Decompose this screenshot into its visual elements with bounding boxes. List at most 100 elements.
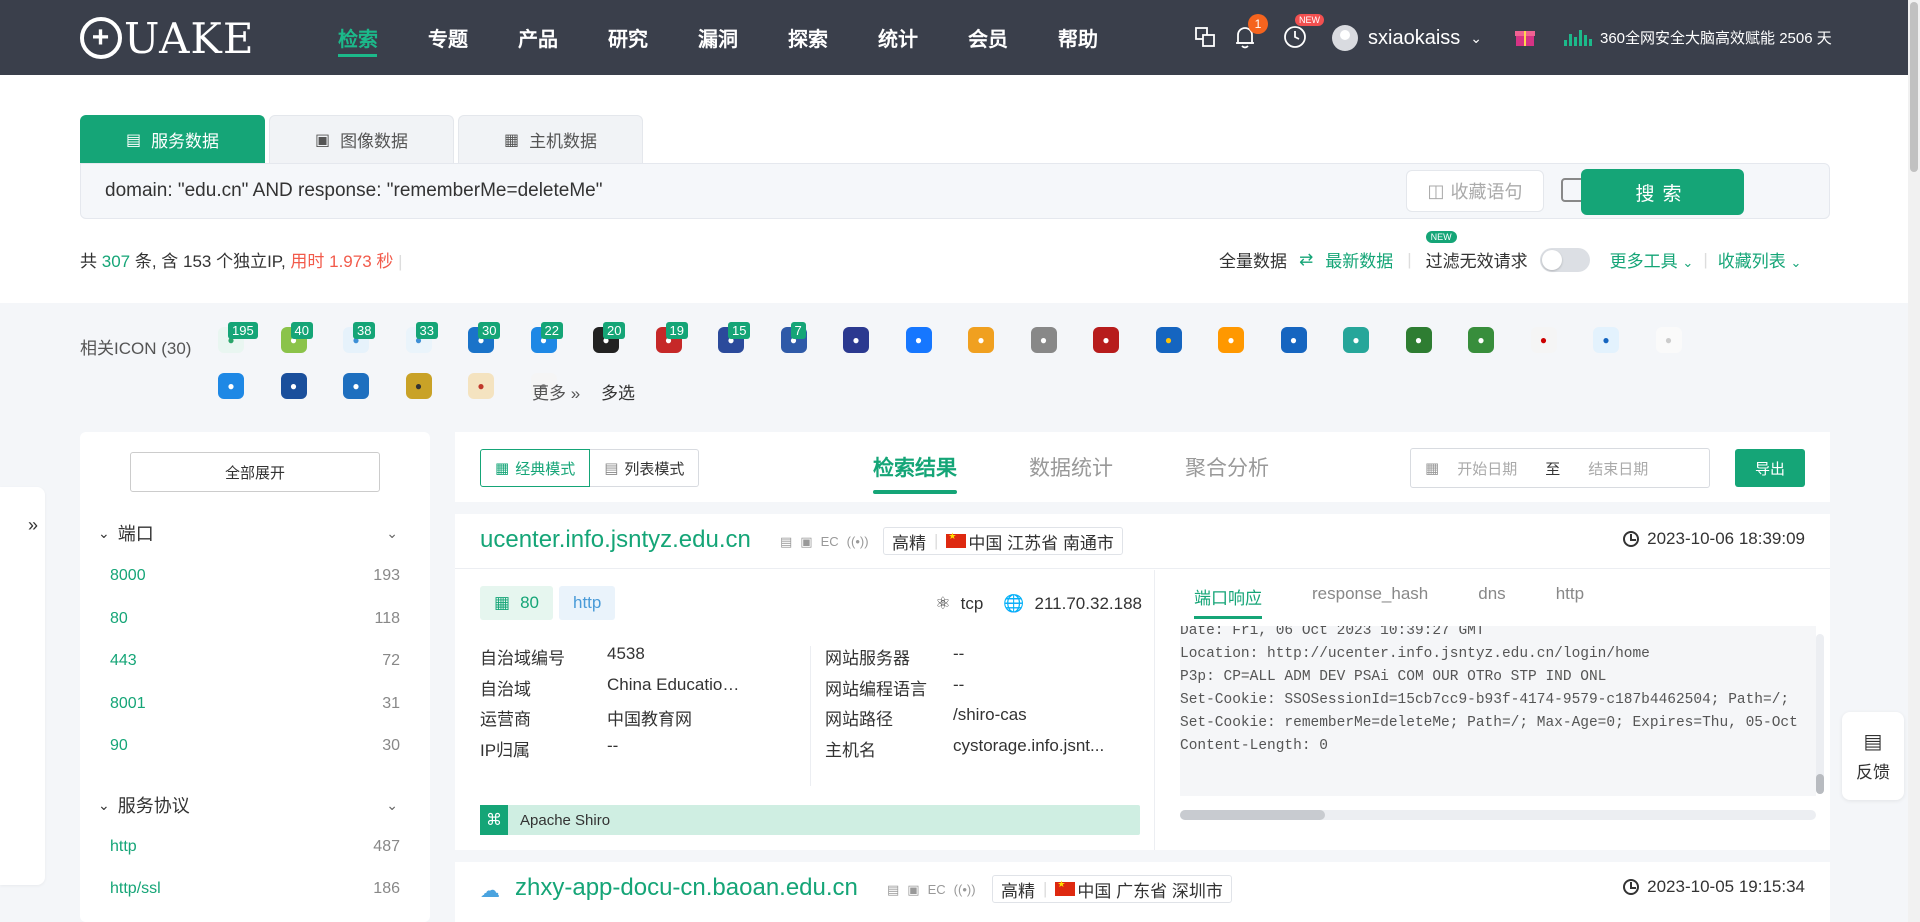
result-domain-link[interactable]: zhxy-app-docu-cn.baoan.edu.cn xyxy=(515,874,858,902)
port-badge[interactable]: ▦ 80 xyxy=(480,586,553,620)
fav-list-dropdown[interactable]: 收藏列表 ⌄ xyxy=(1718,247,1802,272)
icon-filter-item[interactable]: ● 195 xyxy=(218,322,281,355)
screenshot-icon[interactable]: ▣ xyxy=(800,534,812,550)
list-mode-button[interactable]: ▤ 列表模式 xyxy=(590,449,700,487)
icon-filter-item[interactable]: ● xyxy=(218,373,281,401)
list-item[interactable]: 8001 31 xyxy=(110,695,400,713)
response-content[interactable]: Date: Fri, 06 Oct 2023 10:39:27 GMT Loca… xyxy=(1180,626,1816,796)
nav-item-help[interactable]: 帮助 xyxy=(1040,0,1130,75)
icon-filter-item[interactable]: ● 20 xyxy=(593,322,656,355)
latest-data-option[interactable]: 最新数据 xyxy=(1325,247,1393,272)
icon-filter-item[interactable]: ● 15 xyxy=(718,322,781,355)
component-tag[interactable]: ⌘ Apache Shiro xyxy=(480,805,1140,835)
nav-item-topics[interactable]: 专题 xyxy=(410,0,500,75)
classic-mode-button[interactable]: ▦ 经典模式 xyxy=(480,449,591,487)
result-domain-link[interactable]: ucenter.info.jsntyz.edu.cn xyxy=(480,526,751,554)
protocol-badge[interactable]: http xyxy=(559,586,616,620)
tab-host-data[interactable]: ▦ 主机数据 xyxy=(458,115,643,163)
icon-filter-item[interactable]: ● 22 xyxy=(530,322,594,355)
ip-value[interactable]: 211.70.32.188 xyxy=(1035,594,1142,614)
screenshot-icon[interactable]: ▣ xyxy=(907,882,919,898)
nav-item-products[interactable]: 产品 xyxy=(500,0,590,75)
list-item[interactable]: 90 30 xyxy=(110,737,400,755)
collapse-icon[interactable]: ⌄ xyxy=(386,525,398,542)
icon-filter-item[interactable]: ● xyxy=(968,327,1031,355)
icon-filter-item[interactable]: ● xyxy=(905,327,969,355)
full-data-option[interactable]: 全量数据 xyxy=(1219,247,1287,272)
icon-filter-item[interactable]: ● 19 xyxy=(655,322,719,355)
list-item[interactable]: 80 118 xyxy=(110,610,400,628)
more-tools-dropdown[interactable]: 更多工具 ⌄ xyxy=(1610,247,1694,272)
expand-all-button[interactable]: 全部展开 xyxy=(130,452,380,492)
date-range-picker[interactable]: ▦ 开始日期 至 结束日期 xyxy=(1410,448,1710,488)
promo-banner[interactable]: 360全网安全大脑高效赋能 2506 天 xyxy=(1564,27,1832,48)
cert-icon[interactable]: EC xyxy=(821,534,839,550)
tab-port-response[interactable]: 端口响应 xyxy=(1194,584,1262,619)
nav-item-stats[interactable]: 统计 xyxy=(860,0,950,75)
icon-filter-item[interactable]: ● xyxy=(1030,327,1094,355)
icon-filter-item[interactable]: ● 30 xyxy=(468,322,531,355)
host-value[interactable]: cystorage.info.jsnt... xyxy=(953,736,1113,756)
nav-item-search[interactable]: 检索 xyxy=(320,0,410,75)
multi-select-link[interactable]: 多选 xyxy=(601,379,635,404)
tab-dns[interactable]: dns xyxy=(1478,584,1505,609)
icon-filter-item[interactable]: ● xyxy=(1343,327,1406,355)
port-group-header[interactable]: ⌄ 端口 ⌄ xyxy=(98,520,398,546)
nav-item-research[interactable]: 研究 xyxy=(590,0,680,75)
feedback-button[interactable]: ▤ 反馈 xyxy=(1842,712,1904,800)
icon-filter-item[interactable]: ● xyxy=(1468,327,1531,355)
collapse-icon[interactable]: ⌄ xyxy=(386,797,398,814)
end-date-input[interactable]: 结束日期 xyxy=(1588,458,1648,479)
list-item[interactable]: http 487 xyxy=(110,838,400,856)
list-item[interactable]: 443 72 xyxy=(110,652,400,670)
search-button[interactable]: 搜索 xyxy=(1581,169,1744,215)
tab-search-results[interactable]: 检索结果 xyxy=(873,452,957,494)
icon-filter-item[interactable]: ● xyxy=(1530,327,1594,355)
list-item[interactable]: http/ssl 186 xyxy=(110,880,400,898)
icon-filter-item[interactable]: ● xyxy=(843,327,906,355)
icon-filter-item[interactable]: ● xyxy=(1280,327,1344,355)
nav-item-vulns[interactable]: 漏洞 xyxy=(680,0,770,75)
icon-filter-item[interactable]: ● 38 xyxy=(343,322,406,355)
icon-filter-item[interactable]: ● xyxy=(280,373,344,401)
horizontal-scrollbar[interactable] xyxy=(1180,810,1816,820)
tab-http[interactable]: http xyxy=(1556,584,1584,609)
export-button[interactable]: 导出 xyxy=(1735,449,1805,487)
search-input[interactable]: domain: "edu.cn" AND response: "remember… xyxy=(80,163,1830,219)
icon-filter-item[interactable]: ● xyxy=(1155,327,1219,355)
nav-item-explore[interactable]: 探索 xyxy=(770,0,860,75)
icon-filter-item[interactable]: ● xyxy=(468,373,531,401)
signal-icon[interactable]: ((•)) xyxy=(847,534,869,550)
tab-response-hash[interactable]: response_hash xyxy=(1312,584,1428,609)
bell-icon[interactable]: 1 xyxy=(1232,14,1268,50)
save-query-button[interactable]: ◫ 收藏语句 xyxy=(1406,170,1544,212)
nav-item-membership[interactable]: 会员 xyxy=(950,0,1040,75)
icon-filter-item[interactable]: ● 40 xyxy=(280,322,344,355)
tab-aggregation[interactable]: 聚合分析 xyxy=(1185,452,1269,482)
tab-data-stats[interactable]: 数据统计 xyxy=(1029,452,1113,482)
icon-filter-item[interactable]: ● xyxy=(1218,327,1281,355)
user-menu[interactable]: sxiaokaiss ⌄ xyxy=(1332,24,1482,52)
tab-service-data[interactable]: ▤ 服务数据 xyxy=(80,115,265,163)
document-icon[interactable]: ▤ xyxy=(887,882,899,898)
list-item[interactable]: 8000 193 xyxy=(110,567,400,585)
icon-filter-item[interactable]: ● xyxy=(405,373,469,401)
start-date-input[interactable]: 开始日期 xyxy=(1457,458,1517,479)
quake-logo[interactable]: + UAKE xyxy=(80,14,254,63)
more-icons-link[interactable]: 更多 » xyxy=(532,379,580,404)
icon-filter-item[interactable]: ● xyxy=(1593,327,1656,355)
signal-icon[interactable]: ((•)) xyxy=(954,882,976,898)
page-scrollbar[interactable] xyxy=(1908,0,1920,922)
vertical-scrollbar[interactable] xyxy=(1816,634,1824,794)
protocol-group-header[interactable]: ⌄ 服务协议 ⌄ xyxy=(98,792,398,818)
icon-filter-item[interactable]: ● xyxy=(1655,327,1719,355)
tab-image-data[interactable]: ▣ 图像数据 xyxy=(269,115,454,163)
sidebar-collapse[interactable]: » xyxy=(0,487,45,885)
document-icon[interactable]: ▤ xyxy=(780,534,792,550)
icon-filter-item[interactable]: ● xyxy=(1405,327,1469,355)
swap-icon[interactable]: ⇄ xyxy=(1299,250,1313,270)
cert-icon[interactable]: EC xyxy=(928,882,946,898)
translate-icon[interactable] xyxy=(1192,24,1218,50)
gift-icon[interactable] xyxy=(1512,24,1538,50)
icon-filter-item[interactable]: ● 33 xyxy=(405,322,469,355)
